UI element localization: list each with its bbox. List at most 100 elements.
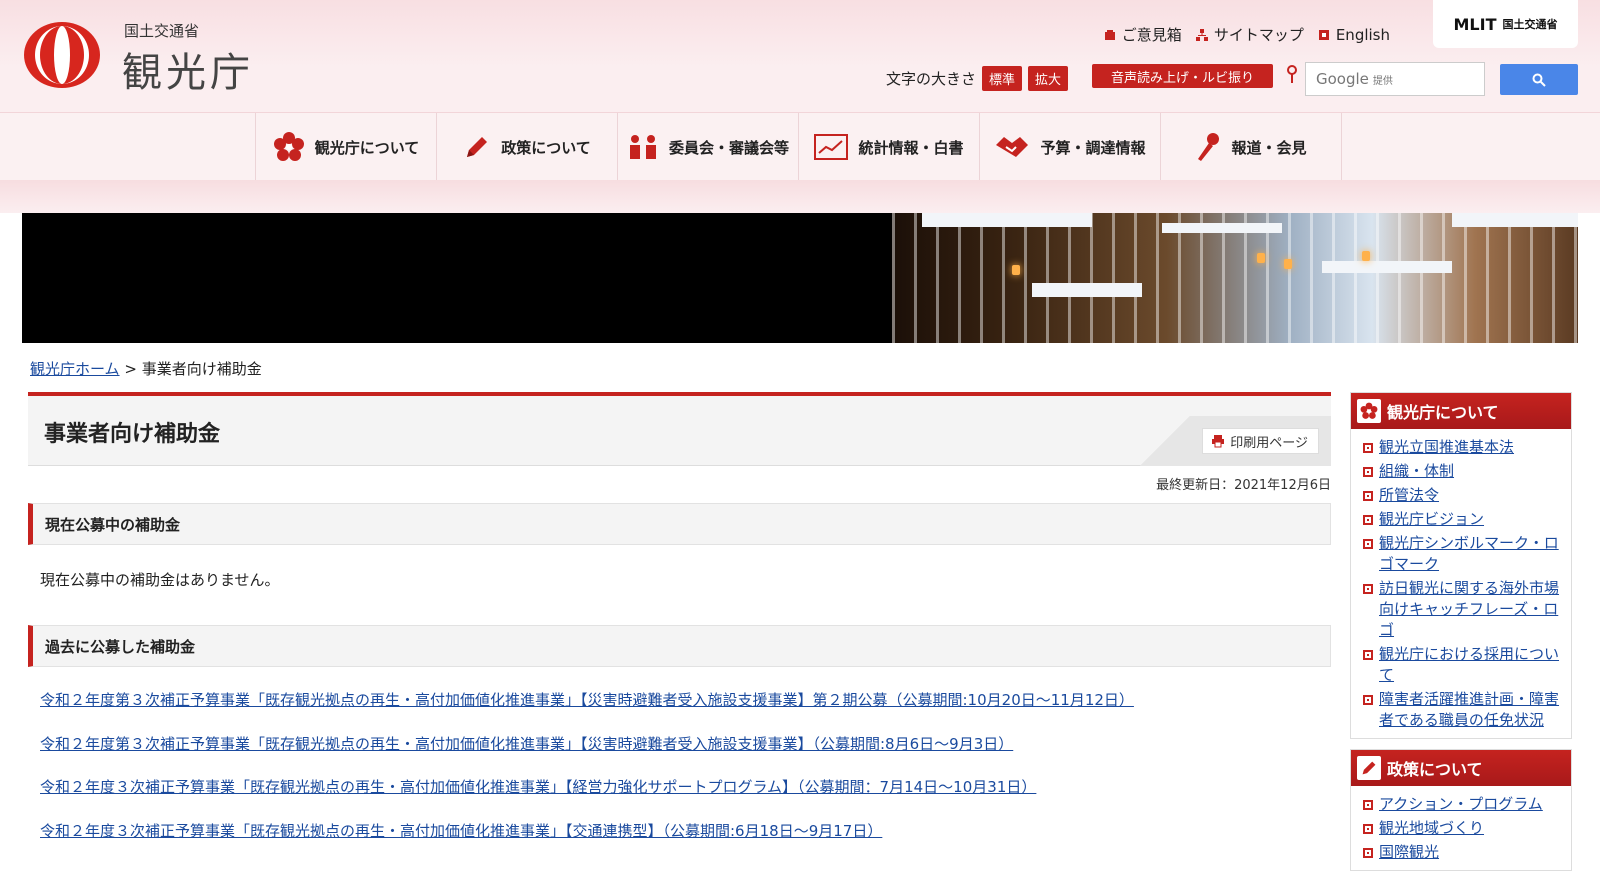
sidebar-link[interactable]: 観光庁における採用について <box>1379 644 1563 686</box>
search-icon <box>1532 73 1546 87</box>
snowy-roof <box>922 213 1092 227</box>
print-page-button[interactable]: 印刷用ページ <box>1202 428 1319 454</box>
agency-name[interactable]: 観光庁 <box>122 40 254 98</box>
square-bullet-icon <box>1363 584 1373 594</box>
map-pin-icon <box>1287 65 1297 83</box>
nav-item-committee-label: 委員会・審議会等 <box>668 138 789 157</box>
nav-item-about-label: 観光庁について <box>314 138 420 157</box>
agency-logo-icon[interactable] <box>22 20 102 90</box>
mlit-logo[interactable]: MLIT 国土交通省 <box>1433 0 1578 48</box>
main-content: 事業者向け補助金 印刷用ページ 最終更新日：2021年12月6日 現在公募中の補… <box>28 392 1331 841</box>
nav-item-budget[interactable]: 予算・調達情報 <box>980 113 1161 181</box>
speech-ruby-button[interactable]: 音声読み上げ・ルビ振り <box>1092 64 1273 88</box>
snowy-roof <box>1322 261 1452 273</box>
past-subsidy-list: 令和２年度第３次補正予算事業「既存観光拠点の再生・高付加価値化推進事業」【災害時… <box>28 691 1331 841</box>
handshake-icon <box>996 137 1029 157</box>
search-button[interactable] <box>1500 64 1578 95</box>
sidebar-heading-policy-label: 政策について <box>1387 760 1483 779</box>
font-size-label: 文字の大きさ <box>886 70 977 88</box>
square-bullet-icon <box>1363 491 1373 501</box>
hero-banner <box>22 213 1578 343</box>
sitemap-label: サイトマップ <box>1213 26 1304 44</box>
past-subsidy-link[interactable]: 令和２年度第３次補正予算事業「既存観光拠点の再生・高付加価値化推進事業」【災害時… <box>40 735 1331 755</box>
search-input[interactable]: Google 提供 <box>1305 62 1485 96</box>
sidebar-link[interactable]: 訪日観光に関する海外市場向けキャッチフレーズ・ロゴ <box>1379 578 1563 641</box>
flower-icon <box>273 132 304 161</box>
nav-item-about[interactable]: 観光庁について <box>256 113 437 181</box>
page-title: 事業者向け補助金 <box>44 422 221 447</box>
section-heading-past: 過去に公募した補助金 <box>28 625 1331 667</box>
square-bullet-icon <box>1363 824 1373 834</box>
sidebar-list-about: 観光立国推進基本法 組織・体制 所管法令 観光庁ビジョン 観光庁シンボルマーク・… <box>1351 429 1571 738</box>
top-links: ご意見箱 サイトマップ English <box>1104 24 1390 45</box>
nav-item-statistics[interactable]: 統計情報・白書 <box>799 113 980 181</box>
sitemap-icon <box>1195 28 1208 41</box>
square-bullet-icon <box>1363 695 1373 705</box>
page-title-box: 事業者向け補助金 印刷用ページ <box>28 392 1331 466</box>
search-placeholder-brand: Google <box>1316 70 1369 88</box>
nav-item-committee[interactable]: 委員会・審議会等 <box>618 113 799 181</box>
sidebar-link[interactable]: アクション・プログラム <box>1379 794 1543 815</box>
nav-item-press[interactable]: 報道・会見 <box>1161 113 1342 181</box>
section-heading-current: 現在公募中の補助金 <box>28 503 1331 545</box>
english-link[interactable]: English <box>1318 24 1390 45</box>
opinion-box-label: ご意見箱 <box>1121 26 1182 44</box>
chart-icon <box>814 134 849 160</box>
past-subsidy-link[interactable]: 令和２年度３次補正予算事業「既存観光拠点の再生・高付加価値化推進事業」【経営力強… <box>40 778 1331 798</box>
lantern <box>1012 265 1020 275</box>
breadcrumb-separator: > <box>124 360 137 378</box>
sidebar-heading-policy[interactable]: 政策について <box>1351 750 1571 786</box>
breadcrumb-home-link[interactable]: 観光庁ホーム <box>30 360 120 378</box>
pencil-icon <box>1357 756 1381 780</box>
mlit-logo-text: MLIT <box>1453 14 1497 34</box>
square-bullet-icon <box>1363 515 1373 525</box>
sidebar-item: 観光立国推進基本法 <box>1363 437 1563 458</box>
square-bullet-icon <box>1363 800 1373 810</box>
square-bullet-icon <box>1363 539 1373 549</box>
nav-item-press-label: 報道・会見 <box>1231 138 1307 157</box>
english-label: English <box>1335 25 1390 44</box>
lantern <box>1257 253 1265 263</box>
nav-subband <box>0 180 1600 213</box>
sidebar-item: 観光地域づくり <box>1363 818 1563 839</box>
nav-item-policy[interactable]: 政策について <box>437 113 618 181</box>
past-subsidy-link[interactable]: 令和２年度３次補正予算事業「既存観光拠点の再生・高付加価値化推進事業」【交通連携… <box>40 822 1331 842</box>
flower-icon <box>1357 399 1381 423</box>
print-page-label: 印刷用ページ <box>1230 435 1308 451</box>
nav-item-statistics-label: 統計情報・白書 <box>858 138 964 157</box>
sidebar-item: アクション・プログラム <box>1363 794 1563 815</box>
square-bullet-icon <box>1363 848 1373 858</box>
mlit-logo-sub: 国土交通省 <box>1502 18 1558 31</box>
sidebar-heading-about[interactable]: 観光庁について <box>1351 393 1571 429</box>
sidebar-link[interactable]: 組織・体制 <box>1379 461 1454 482</box>
snowy-roof <box>1162 223 1282 233</box>
sidebar-link[interactable]: 観光庁ビジョン <box>1379 509 1484 530</box>
sidebar-item: 観光庁における採用について <box>1363 644 1563 686</box>
sidebar-link[interactable]: 所管法令 <box>1379 485 1439 506</box>
snowy-roof <box>1452 213 1578 227</box>
pencil-icon <box>467 137 488 157</box>
sidebar-link[interactable]: 国際観光 <box>1379 842 1439 863</box>
last-updated: 最終更新日：2021年12月6日 <box>1156 478 1331 493</box>
sidebar-link[interactable]: 観光立国推進基本法 <box>1379 437 1514 458</box>
sidebar-list-policy: アクション・プログラム 観光地域づくり 国際観光 <box>1351 786 1571 870</box>
sidebar-item: 国際観光 <box>1363 842 1563 863</box>
square-bullet-icon <box>1363 650 1373 660</box>
sidebar-box-policy: 政策について アクション・プログラム 観光地域づくり 国際観光 <box>1350 749 1572 871</box>
opinion-box-link[interactable]: ご意見箱 <box>1104 24 1182 45</box>
square-bullet-icon <box>1318 29 1329 40</box>
nav-item-policy-label: 政策について <box>501 138 591 157</box>
site-header: 国土交通省 観光庁 ご意見箱 サイトマップ English MLIT 国土交通省… <box>0 0 1600 112</box>
square-bullet-icon <box>1363 467 1373 477</box>
sitemap-link[interactable]: サイトマップ <box>1195 24 1304 45</box>
font-size-standard-button[interactable]: 標準 <box>982 66 1023 91</box>
past-subsidy-link[interactable]: 令和２年度第３次補正予算事業「既存観光拠点の再生・高付加価値化推進事業」【災害時… <box>40 691 1331 711</box>
sidebar-link[interactable]: 観光庁シンボルマーク・ロゴマーク <box>1379 533 1563 575</box>
sidebar-link[interactable]: 観光地域づくり <box>1379 818 1484 839</box>
sidebar-link[interactable]: 障害者活躍推進計画・障害者である職員の任免状況 <box>1379 689 1563 731</box>
breadcrumb-current: 事業者向け補助金 <box>141 360 262 378</box>
font-size-large-button[interactable]: 拡大 <box>1028 66 1069 91</box>
sidebar-item: 所管法令 <box>1363 485 1563 506</box>
sidebar-item: 訪日観光に関する海外市場向けキャッチフレーズ・ロゴ <box>1363 578 1563 641</box>
printer-icon <box>1212 435 1225 448</box>
